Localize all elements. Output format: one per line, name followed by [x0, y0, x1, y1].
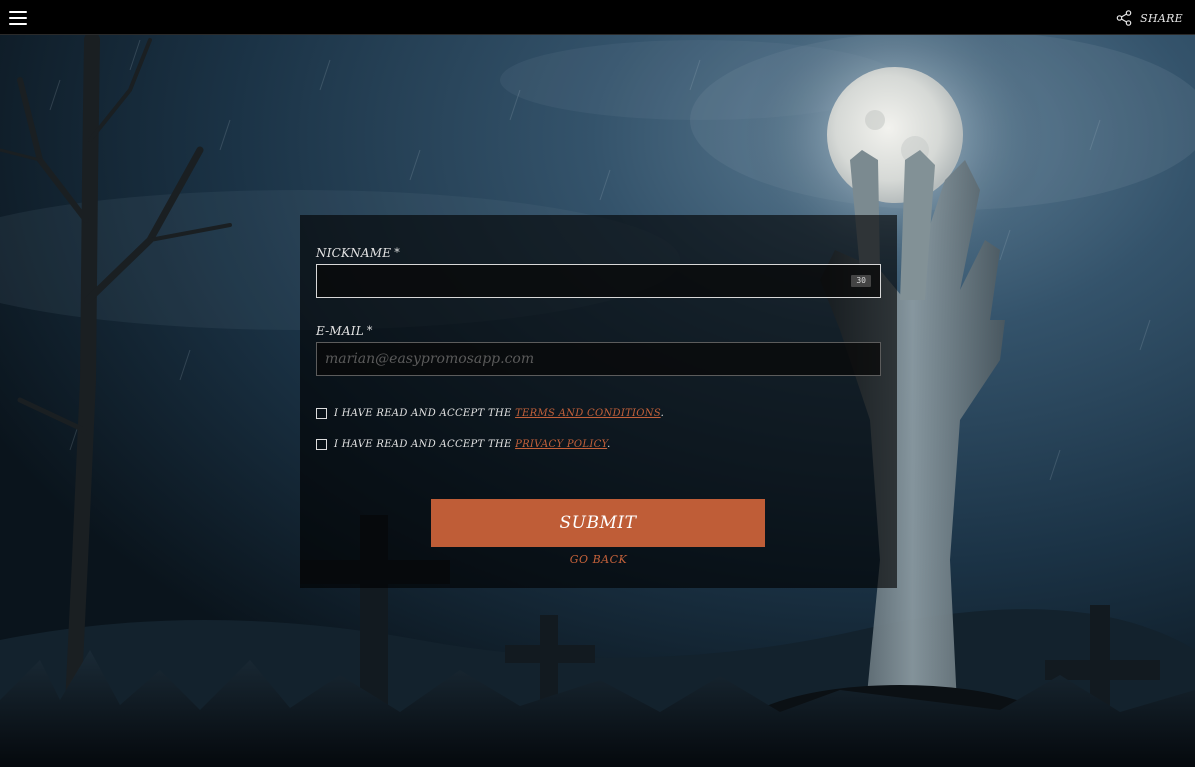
terms-suffix: . — [660, 408, 665, 419]
terms-text: I HAVE READ AND ACCEPT THE TERMS AND CON… — [334, 408, 664, 419]
privacy-text: I HAVE READ AND ACCEPT THE PRIVACY POLIC… — [334, 439, 611, 450]
privacy-checkbox[interactable] — [316, 439, 327, 450]
privacy-suffix: . — [607, 439, 611, 450]
nickname-label: NICKNAME * — [316, 246, 400, 260]
terms-and-conditions-link[interactable]: TERMS AND CONDITIONS — [515, 408, 661, 419]
nickname-character-counter: 30 — [851, 275, 871, 287]
email-label-text: E-MAIL — [316, 324, 364, 338]
go-back-link[interactable]: GO BACK — [300, 553, 897, 566]
nickname-field-wrapper: 30 — [316, 264, 881, 298]
share-label: SHARE — [1140, 11, 1183, 25]
registration-form-panel: NICKNAME* 30 E-MAIL* I HAVE READ AND ACC… — [300, 215, 897, 588]
email-field-wrapper — [316, 342, 881, 376]
submit-button[interactable]: SUBMIT — [431, 499, 765, 547]
email-label: E-MAIL * — [316, 324, 373, 338]
nickname-required-mark: * — [394, 246, 400, 259]
nickname-input[interactable] — [317, 265, 880, 297]
nickname-label-text: NICKNAME — [316, 246, 392, 260]
email-required-mark: * — [366, 324, 373, 337]
top-bar: SHARE — [0, 0, 1195, 35]
privacy-policy-link[interactable]: PRIVACY POLICY — [515, 439, 607, 450]
hamburger-menu-icon[interactable] — [8, 7, 30, 29]
share-button[interactable]: SHARE — [1116, 8, 1183, 28]
email-input[interactable] — [317, 343, 880, 375]
terms-prefix-text: I HAVE READ AND ACCEPT THE — [334, 408, 512, 419]
share-icon — [1116, 10, 1132, 26]
privacy-checkbox-row: I HAVE READ AND ACCEPT THE PRIVACY POLIC… — [316, 439, 611, 450]
terms-checkbox[interactable] — [316, 408, 327, 419]
privacy-prefix-text: I HAVE READ AND ACCEPT THE — [334, 439, 512, 450]
terms-checkbox-row: I HAVE READ AND ACCEPT THE TERMS AND CON… — [316, 408, 664, 419]
